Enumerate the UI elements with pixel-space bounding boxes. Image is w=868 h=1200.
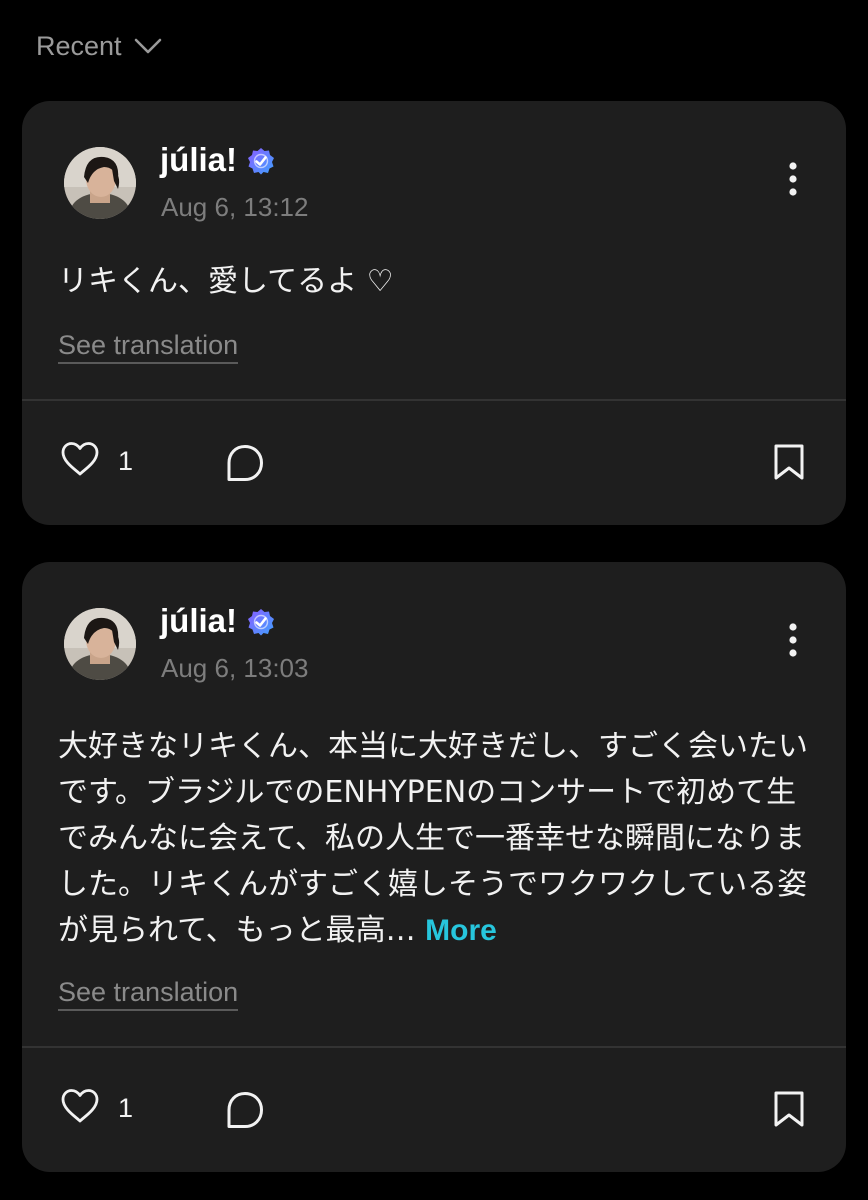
bookmark-icon (772, 1091, 806, 1132)
post-text-content: リキくん、愛してるよ ♡ (58, 264, 394, 299)
like-button[interactable]: 1 (60, 1088, 133, 1128)
divider (22, 1046, 846, 1048)
comment-icon (225, 445, 265, 487)
sort-filter-dropdown[interactable]: Recent (36, 26, 162, 66)
more-options-button[interactable] (778, 620, 808, 664)
like-count: 1 (118, 445, 134, 476)
bookmark-icon (772, 444, 806, 485)
post-timestamp: Aug 6, 13:03 (161, 653, 309, 683)
see-translation-link[interactable]: See translation (58, 976, 239, 1011)
comment-button[interactable] (225, 443, 265, 487)
author-row: júlia! (160, 141, 275, 179)
post-text: 大好きなリキくん、本当に大好きだし、すごく会いたいです。ブラジルでのENHYPE… (58, 724, 810, 954)
bookmark-button[interactable] (772, 443, 806, 485)
post-actions: 1 (22, 1086, 846, 1136)
post-actions: 1 (22, 439, 846, 489)
like-button[interactable]: 1 (60, 441, 133, 481)
author-name[interactable]: júlia! (160, 602, 237, 640)
chevron-down-icon (134, 37, 162, 55)
author-name[interactable]: júlia! (160, 141, 237, 179)
post-card: júlia! Aug 6, 13:12 リキくん、愛してるよ ♡ See tra… (22, 101, 846, 525)
verified-badge-icon (247, 606, 275, 636)
more-vertical-icon (789, 161, 797, 201)
bookmark-button[interactable] (772, 1090, 806, 1132)
more-options-button[interactable] (778, 159, 808, 203)
see-translation-link[interactable]: See translation (58, 329, 239, 364)
post-card: júlia! Aug 6, 13:03 大好きなリキくん、本当に大好きだし、すご… (22, 562, 846, 1172)
heart-icon (60, 1088, 100, 1128)
like-count: 1 (118, 1092, 134, 1123)
more-vertical-icon (789, 622, 797, 662)
more-link[interactable]: More (425, 914, 497, 947)
avatar[interactable] (64, 147, 136, 219)
avatar[interactable] (64, 608, 136, 680)
post-timestamp: Aug 6, 13:12 (161, 192, 309, 222)
verified-badge-icon (247, 145, 275, 175)
comment-button[interactable] (225, 1090, 265, 1134)
divider (22, 399, 846, 401)
heart-icon (60, 441, 100, 481)
sort-filter-label: Recent (36, 30, 122, 61)
comment-icon (225, 1092, 265, 1134)
author-row: júlia! (160, 602, 275, 640)
post-text: リキくん、愛してるよ ♡ (58, 259, 806, 305)
